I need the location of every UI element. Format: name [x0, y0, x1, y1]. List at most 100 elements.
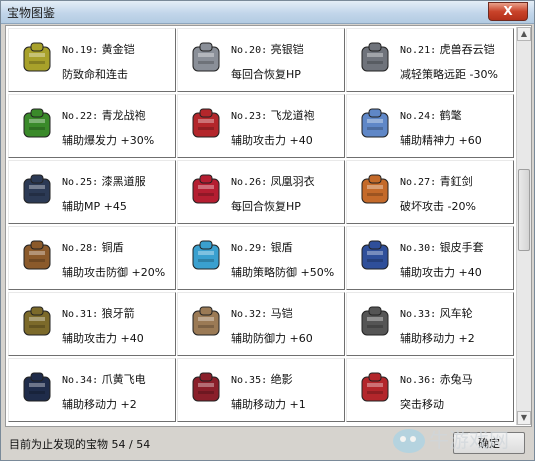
treasure-item-name: 亮银铠: [270, 43, 304, 56]
treasure-item-number: No.33:: [400, 309, 437, 320]
tiger-armor-icon: [361, 42, 389, 72]
treasure-item-name: 风车轮: [439, 307, 473, 320]
treasure-item-title: No.20: 亮银铠: [231, 41, 304, 57]
treasure-item-number: No.19:: [62, 45, 99, 56]
treasure-catalog-window: 宝物图鉴 X No.19: 黄金铠 防致命和连击 No.20: 亮银铠 每回合恢复HP…: [0, 0, 535, 461]
treasure-item-number: No.28:: [62, 243, 99, 254]
treasure-item-name: 赤兔马: [439, 373, 473, 386]
treasure-item-cell[interactable]: No.35: 绝影 辅助移动力 +1: [177, 358, 345, 422]
treasure-item-effect: 辅助爆发力 +30%: [62, 134, 155, 147]
treasure-item-effect: 辅助移动力 +2: [62, 398, 137, 411]
crane-cloak-icon: [361, 108, 389, 138]
red-hare-icon: [361, 372, 389, 402]
treasure-item-title: No.28: 铜盾: [62, 239, 124, 255]
phoenix-robe-icon: [192, 174, 220, 204]
treasure-item-title: No.35: 绝影: [231, 371, 293, 387]
treasure-item-cell[interactable]: No.32: 马铠辅助防御力 +60: [177, 292, 345, 356]
discovered-count-text: 目前为止发现的宝物 54 / 54: [9, 438, 151, 451]
treasure-item-title: No.26: 凤凰羽衣: [231, 173, 315, 189]
treasure-item-title: No.33: 风车轮: [400, 305, 473, 321]
flying-dragon-robe-icon: [192, 108, 220, 138]
treasure-item-cell[interactable]: No.19: 黄金铠防致命和连击: [8, 28, 176, 92]
treasure-item-name: 青龙战袍: [101, 109, 146, 122]
scroll-down-arrow-icon[interactable]: ▼: [517, 411, 531, 425]
treasure-item-effect: 辅助移动力 +2: [400, 332, 475, 345]
treasure-item-title: No.21: 虎兽吞云铠: [400, 41, 495, 57]
treasure-item-cell[interactable]: No.23: 飞龙道袍 辅助攻击力 +40: [177, 94, 345, 158]
treasure-item-name: 凤凰羽衣: [270, 175, 315, 188]
treasure-item-cell[interactable]: No.24: 鹤氅辅助精神力 +60: [346, 94, 514, 158]
treasure-item-effect: 辅助MP +45: [62, 200, 127, 213]
treasure-item-title: No.23: 飞龙道袍: [231, 107, 315, 123]
treasure-item-number: No.32:: [231, 309, 268, 320]
treasure-item-name: 铜盾: [101, 241, 124, 254]
glove-icon: [361, 240, 389, 270]
treasure-item-name: 飞龙道袍: [270, 109, 315, 122]
treasure-item-cell[interactable]: No.22: 青龙战袍 辅助爆发力 +30%: [8, 94, 176, 158]
confirm-button[interactable]: 确定: [453, 432, 525, 454]
treasure-item-cell[interactable]: No.30: 银皮手套 辅助攻击力 +40: [346, 226, 514, 290]
treasure-item-effect: 辅助移动力 +1: [231, 398, 306, 411]
treasure-item-cell[interactable]: No.28: 铜盾 辅助攻击防御 +20%: [8, 226, 176, 290]
arrow-icon: [23, 306, 51, 336]
treasure-item-cell[interactable]: No.33: 风车轮 辅助移动力 +2: [346, 292, 514, 356]
shadow-horse-icon: [192, 372, 220, 402]
treasure-item-number: No.24:: [400, 111, 437, 122]
treasure-item-cell[interactable]: No.31: 狼牙箭 辅助攻击力 +40: [8, 292, 176, 356]
treasure-item-cell[interactable]: No.36: 赤兔马 突击移动: [346, 358, 514, 422]
treasure-item-number: No.26:: [231, 177, 268, 188]
treasure-item-name: 银皮手套: [439, 241, 484, 254]
treasure-item-effect: 辅助精神力 +60: [400, 134, 482, 147]
treasure-item-name: 马铠: [270, 307, 293, 320]
treasure-item-name: 虎兽吞云铠: [439, 43, 495, 56]
treasure-item-effect: 减轻策略远距 -30%: [400, 68, 498, 81]
vertical-scrollbar[interactable]: ▲ ▼: [516, 27, 531, 425]
treasure-item-number: No.31:: [62, 309, 99, 320]
gold-armor-icon: [23, 42, 51, 72]
window-title: 宝物图鉴: [7, 6, 56, 20]
treasure-item-number: No.34:: [62, 375, 99, 386]
treasure-item-number: No.27:: [400, 177, 437, 188]
treasure-item-title: No.30: 银皮手套: [400, 239, 484, 255]
treasure-item-number: No.29:: [231, 243, 268, 254]
treasure-item-name: 漆黑道服: [101, 175, 146, 188]
treasure-item-number: No.35:: [231, 375, 268, 386]
scroll-up-arrow-icon[interactable]: ▲: [517, 27, 531, 41]
treasure-item-number: No.20:: [231, 45, 268, 56]
silver-armor-icon: [192, 42, 220, 72]
treasure-item-number: No.21:: [400, 45, 437, 56]
treasure-item-effect: 辅助攻击力 +40: [231, 134, 313, 147]
treasure-item-title: No.29: 银盾: [231, 239, 293, 255]
treasure-item-cell[interactable]: No.29: 银盾辅助策略防御 +50%: [177, 226, 345, 290]
treasure-list-panel: No.19: 黄金铠 防致命和连击 No.20: 亮银铠 每回合恢复HP No.21: …: [5, 25, 532, 427]
treasure-item-number: No.23:: [231, 111, 268, 122]
scroll-thumb[interactable]: [518, 169, 530, 251]
close-button[interactable]: X: [488, 2, 528, 21]
treasure-item-title: No.22: 青龙战袍: [62, 107, 146, 123]
treasure-item-cell[interactable]: No.21: 虎兽吞云铠 减轻策略远距 -30%: [346, 28, 514, 92]
title-bar[interactable]: 宝物图鉴 X: [1, 1, 534, 24]
treasure-item-cell[interactable]: No.25: 漆黑道服 辅助MP +45: [8, 160, 176, 224]
treasure-item-title: No.25: 漆黑道服: [62, 173, 146, 189]
treasure-item-effect: 防致命和连击: [62, 68, 128, 81]
treasure-item-name: 绝影: [270, 373, 293, 386]
treasure-item-title: No.31: 狼牙箭: [62, 305, 135, 321]
treasure-item-name: 黄金铠: [101, 43, 135, 56]
treasure-item-name: 青釭剑: [439, 175, 473, 188]
treasure-item-cell[interactable]: No.27: 青釭剑 破坏攻击 -20%: [346, 160, 514, 224]
treasure-item-number: No.36:: [400, 375, 437, 386]
silver-shield-icon: [192, 240, 220, 270]
treasure-item-effect: 辅助防御力 +60: [231, 332, 313, 345]
treasure-item-cell[interactable]: No.20: 亮银铠 每回合恢复HP: [177, 28, 345, 92]
treasure-item-name: 银盾: [270, 241, 293, 254]
treasure-item-title: No.36: 赤兔马: [400, 371, 473, 387]
treasure-item-cell[interactable]: No.26: 凤凰羽衣 每回合恢复HP: [177, 160, 345, 224]
treasure-item-number: No.30:: [400, 243, 437, 254]
footer: 目前为止发现的宝物 54 / 54 确定: [1, 428, 534, 460]
treasure-item-name: 鹤氅: [439, 109, 462, 122]
sword-icon: [361, 174, 389, 204]
dragon-robe-icon: [23, 108, 51, 138]
treasure-item-effect: 辅助策略防御 +50%: [231, 266, 335, 279]
treasure-item-cell[interactable]: No.34: 爪黄飞电 辅助移动力 +2: [8, 358, 176, 422]
treasure-item-number: No.22:: [62, 111, 99, 122]
